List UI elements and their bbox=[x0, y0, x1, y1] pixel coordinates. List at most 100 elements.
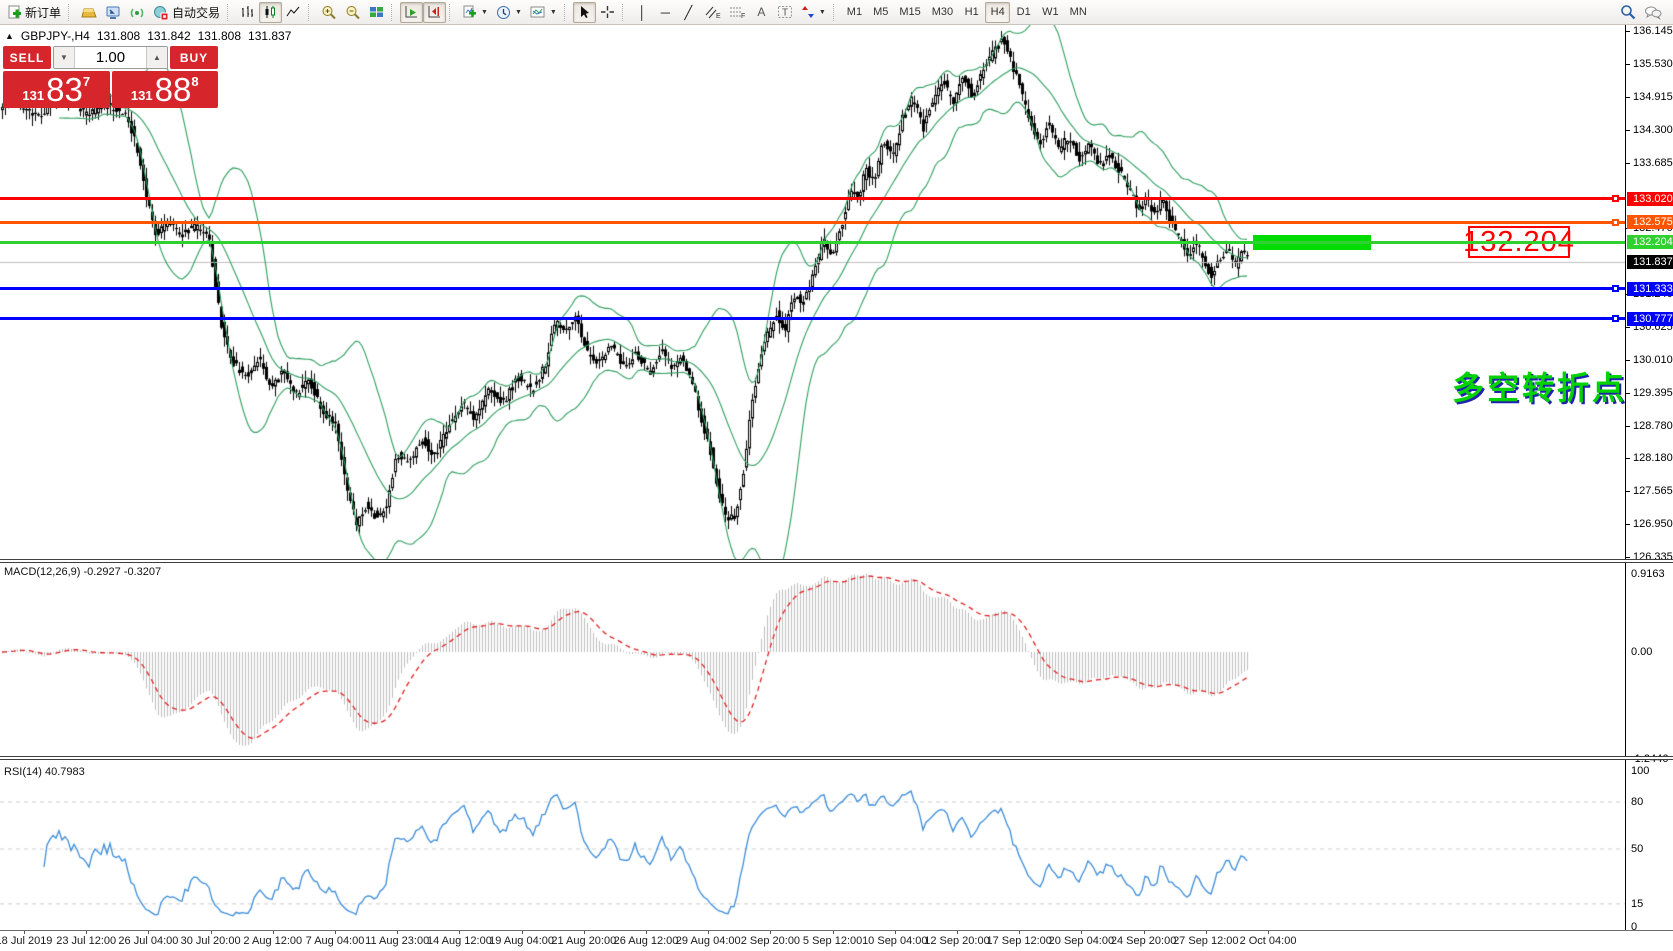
panel-divider[interactable] bbox=[0, 559, 1673, 563]
candlestick-chart-button[interactable] bbox=[259, 2, 282, 23]
trading-terminal-window: 新订单 自动交易 bbox=[0, 0, 1673, 951]
toolbar-separator bbox=[833, 4, 838, 21]
time-axis-tick bbox=[459, 931, 460, 934]
orange-resistance-line-handle[interactable] bbox=[1612, 219, 1619, 226]
toolbar-right-group bbox=[1616, 2, 1666, 23]
bar-chart-button[interactable] bbox=[236, 2, 259, 23]
templates-caret-icon: ▼ bbox=[550, 9, 557, 16]
templates-button[interactable]: ▼ bbox=[526, 2, 561, 23]
time-axis-tick bbox=[1081, 931, 1082, 934]
timeframe-button-w1[interactable]: W1 bbox=[1037, 2, 1064, 23]
zoom-out-button[interactable] bbox=[341, 2, 365, 23]
macd-indicator-chart[interactable] bbox=[0, 564, 1625, 756]
tile-windows-icon bbox=[369, 5, 384, 19]
timeframe-button-m5[interactable]: M5 bbox=[868, 2, 893, 23]
timeframe-button-m30[interactable]: M30 bbox=[927, 2, 958, 23]
fibonacci-icon: F bbox=[729, 5, 746, 19]
blue-support-line-2[interactable] bbox=[0, 317, 1625, 320]
volume-input[interactable]: 1.00 bbox=[75, 47, 146, 68]
template-icon bbox=[530, 5, 546, 19]
timeframe-button-h4[interactable]: H4 bbox=[985, 2, 1010, 23]
time-axis-tick bbox=[1206, 931, 1207, 934]
trendline-tool[interactable]: ╱ bbox=[677, 2, 700, 23]
blue-support-line-1[interactable] bbox=[0, 287, 1625, 290]
red-resistance-line[interactable] bbox=[0, 197, 1625, 200]
candlestick-chart[interactable] bbox=[0, 25, 1625, 560]
svg-text:F: F bbox=[741, 13, 745, 19]
ohlc-close: 131.837 bbox=[248, 29, 291, 43]
buy-price-display[interactable]: 131 88 8 bbox=[112, 71, 219, 108]
sell-price-prefix: 131 bbox=[22, 88, 44, 103]
crosshair-button[interactable] bbox=[596, 2, 619, 23]
gold-ingot-icon bbox=[81, 5, 97, 19]
blue-support-line-1-handle[interactable] bbox=[1612, 285, 1619, 292]
time-axis-tick bbox=[148, 931, 149, 934]
timeframe-button-h1[interactable]: H1 bbox=[959, 2, 984, 23]
time-axis-tick bbox=[770, 931, 771, 934]
blue-support-line-2-handle[interactable] bbox=[1612, 315, 1619, 322]
rsi-scale-label: 50 bbox=[1631, 842, 1673, 856]
bar-chart-icon bbox=[240, 5, 255, 19]
price-badge-orange-resistance-line: 132.575 bbox=[1627, 215, 1673, 229]
macd-scale-label: 0.9163 bbox=[1631, 567, 1673, 581]
macd-scale-label: 0.00 bbox=[1631, 645, 1673, 659]
red-resistance-line-handle[interactable] bbox=[1612, 195, 1619, 202]
panel-divider[interactable] bbox=[0, 756, 1673, 760]
ohlc-high: 131.842 bbox=[147, 29, 190, 43]
indicators-button[interactable]: ▼ bbox=[458, 2, 492, 23]
vertical-line-tool[interactable]: │ bbox=[631, 2, 654, 23]
horizontal-line-icon: ─ bbox=[661, 6, 670, 19]
signal-icon bbox=[129, 5, 145, 20]
timeframe-button-d1[interactable]: D1 bbox=[1011, 2, 1036, 23]
green-pivot-line[interactable] bbox=[0, 241, 1625, 244]
signals-button[interactable] bbox=[125, 2, 149, 23]
time-axis-tick bbox=[646, 931, 647, 934]
periods-caret-icon: ▼ bbox=[515, 9, 522, 16]
periods-button[interactable]: ▼ bbox=[492, 2, 526, 23]
text-label-tool[interactable]: T bbox=[773, 2, 797, 23]
price-tick-label: 128.180 bbox=[1626, 451, 1673, 465]
zoom-in-button[interactable] bbox=[317, 2, 341, 23]
time-axis-tick bbox=[895, 931, 896, 934]
auto-scroll-button[interactable] bbox=[400, 2, 423, 23]
rsi-indicator-chart[interactable] bbox=[0, 761, 1625, 930]
volume-increase-button[interactable]: ▲ bbox=[146, 47, 167, 68]
sell-price-display[interactable]: 131 83 7 bbox=[3, 71, 110, 108]
symbol-title: GBPJPY-,H4 bbox=[21, 29, 90, 43]
arrows-tool[interactable]: ▼ bbox=[797, 2, 830, 23]
rsi-label: RSI(14) 40.7983 bbox=[4, 766, 85, 778]
text-tool[interactable]: A bbox=[750, 2, 773, 23]
timeframe-button-mn[interactable]: MN bbox=[1065, 2, 1092, 23]
search-button[interactable] bbox=[1616, 2, 1640, 23]
volume-decrease-button[interactable]: ▼ bbox=[54, 47, 75, 68]
chat-button[interactable] bbox=[1640, 2, 1666, 23]
ohlc-low: 131.808 bbox=[198, 29, 241, 43]
auto-trading-button[interactable]: 自动交易 bbox=[149, 2, 224, 23]
timeframe-button-m15[interactable]: M15 bbox=[894, 2, 925, 23]
horizontal-line-tool[interactable]: ─ bbox=[654, 2, 677, 23]
chart-shift-button[interactable] bbox=[423, 2, 446, 23]
buy-price-prefix: 131 bbox=[131, 88, 153, 103]
collapse-panel-icon[interactable]: ▲ bbox=[5, 31, 14, 41]
svg-text:T: T bbox=[782, 8, 788, 19]
price-tick-label: 128.780 bbox=[1626, 419, 1673, 433]
new-order-button[interactable]: 新订单 bbox=[3, 2, 65, 23]
price-tick-label: 127.565 bbox=[1626, 484, 1673, 498]
tile-windows-button[interactable] bbox=[365, 2, 388, 23]
metaeditor-button[interactable] bbox=[101, 2, 125, 23]
cursor-button[interactable] bbox=[573, 2, 596, 23]
buy-button[interactable]: BUY bbox=[170, 46, 218, 69]
sell-button[interactable]: SELL bbox=[3, 46, 51, 69]
toolbar: 新订单 自动交易 bbox=[0, 0, 1673, 25]
symbol-header: ▲ GBPJPY-,H4 131.808 131.842 131.808 131… bbox=[5, 29, 291, 43]
orange-resistance-line[interactable] bbox=[0, 221, 1625, 224]
channel-tool[interactable]: E bbox=[700, 2, 725, 23]
line-chart-button[interactable] bbox=[282, 2, 305, 23]
fibonacci-tool[interactable]: F bbox=[725, 2, 750, 23]
pivot-annotation-text[interactable]: 多空转折点 bbox=[1452, 363, 1627, 409]
time-axis-tick bbox=[335, 931, 336, 934]
market-watch-button[interactable] bbox=[77, 2, 101, 23]
toolbar-separator bbox=[308, 4, 313, 21]
timeframe-button-m1[interactable]: M1 bbox=[842, 2, 867, 23]
toolbar-separator bbox=[227, 4, 232, 21]
